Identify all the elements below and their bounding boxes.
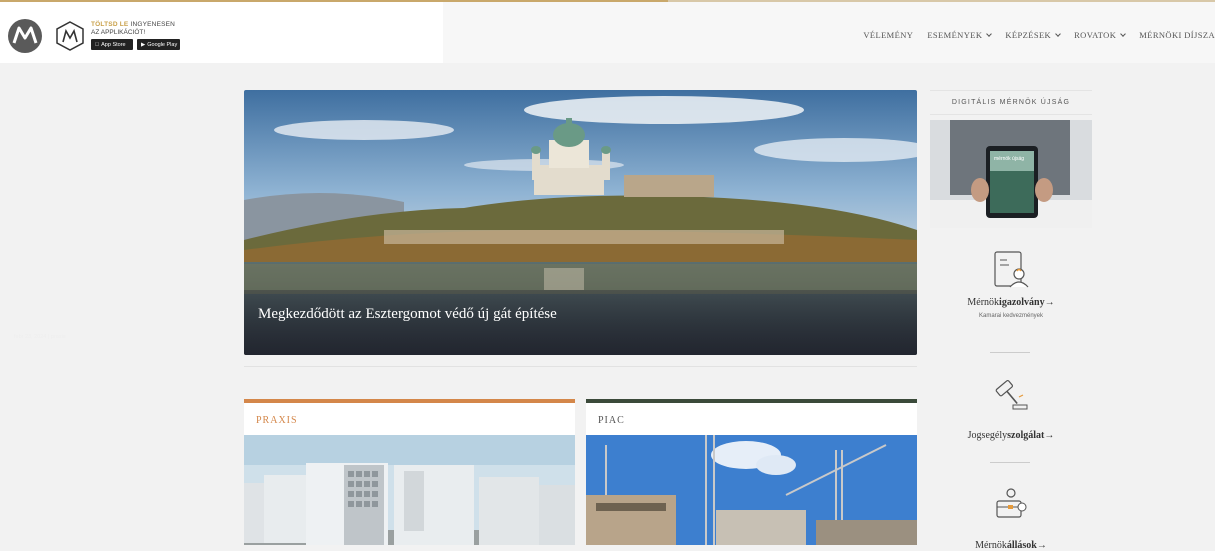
promo-highlight: TÖLTSD LE bbox=[91, 21, 129, 28]
sidebar-link-bold: igazolvány bbox=[999, 297, 1045, 308]
sidebar-item-mernokigazolvany[interactable]: Mérnökigazolvány→ Kamarai kedvezmények bbox=[930, 250, 1092, 319]
sidebar-link-mernokigazolvany[interactable]: Mérnökigazolvány→ bbox=[930, 297, 1092, 308]
sidebar-item-mernokallasok[interactable]: Mérnökállások→ bbox=[930, 485, 1092, 551]
sidebar-link-light: Jogsegély bbox=[967, 430, 1008, 441]
site-logo-icon[interactable] bbox=[7, 18, 43, 54]
toolbox-icon bbox=[996, 488, 1027, 518]
nav-label: ESEMÉNYEK bbox=[927, 30, 983, 40]
section-divider bbox=[244, 366, 917, 367]
card-image-containers bbox=[244, 435, 575, 545]
promo-line1: TÖLTSD LE INGYENESEN bbox=[91, 21, 180, 29]
nav-label: KÉPZÉSEK bbox=[1005, 30, 1052, 40]
promo-line1-rest: INGYENESEN bbox=[128, 21, 176, 28]
sidebar-sub-text: Kamarai kedvezmények bbox=[978, 313, 1044, 319]
nav-label: VÉLEMÉNY bbox=[863, 30, 914, 40]
app-store-button[interactable]: App Store bbox=[91, 39, 133, 50]
nav-item-esemenyek[interactable]: ESEMÉNYEK bbox=[927, 30, 993, 40]
sidebar-divider bbox=[990, 352, 1030, 353]
sidebar-item-jogsegelyszolgalat[interactable]: Jogsegélyszolgálat→ bbox=[930, 375, 1092, 441]
digital-magazine-image[interactable]: mérnök újság bbox=[930, 120, 1092, 228]
play-icon: ▶ bbox=[141, 41, 146, 48]
card-category-label[interactable]: PRAXIS bbox=[244, 403, 575, 438]
sidebar-link-jogsegelyszolgalat[interactable]: Jogsegélyszolgálat→ bbox=[930, 430, 1092, 441]
google-play-label: Google Play bbox=[147, 41, 178, 48]
nav-label: MÉRNÖKI DÍJSZA bbox=[1139, 30, 1215, 40]
nav-item-kepzesek[interactable]: KÉPZÉSEK bbox=[1005, 30, 1061, 40]
id-card-icon bbox=[994, 251, 1029, 288]
site-header: TÖLTSD LE INGYENESEN AZ APPLIKÁCIÓT! Ap… bbox=[0, 2, 1215, 63]
gavel-icon bbox=[995, 379, 1028, 410]
sidebar: DIGITÁLIS MÉRNÖK ÚJSÁG mérnök újság Mérn… bbox=[930, 90, 1092, 551]
sidebar-link-light: Mérnök bbox=[975, 540, 1007, 551]
header-brand-area: TÖLTSD LE INGYENESEN AZ APPLIKÁCIÓT! Ap… bbox=[0, 2, 443, 63]
app-logo-icon[interactable] bbox=[54, 20, 86, 52]
chevron-down-icon bbox=[986, 30, 993, 37]
chevron-down-icon bbox=[1120, 30, 1127, 37]
sidebar-title: DIGITÁLIS MÉRNÖK ÚJSÁG bbox=[930, 90, 1092, 115]
hero-meta: febr 23, 2024 | praxis bbox=[14, 334, 66, 340]
hero-title-link[interactable]: Megkezdődött az Esztergomot védő új gát … bbox=[258, 306, 557, 323]
arrow-right-icon: → bbox=[1044, 430, 1055, 441]
nav-label: ROVATOK bbox=[1074, 30, 1117, 40]
apple-icon:  bbox=[95, 42, 99, 48]
sidebar-link-bold: állások bbox=[1006, 540, 1037, 551]
category-card-piac[interactable]: PIAC bbox=[586, 399, 917, 545]
sidebar-link-mernokallasok[interactable]: Mérnökállások→ bbox=[930, 540, 1092, 551]
app-store-label: App Store bbox=[97, 41, 125, 48]
hero-article[interactable]: Megkezdődött az Esztergomot védő új gát … bbox=[244, 90, 917, 355]
tablet-text: mérnök újság bbox=[994, 156, 1024, 162]
category-card-praxis[interactable]: PRAXIS bbox=[244, 399, 575, 545]
header-nav-area: VÉLEMÉNY ESEMÉNYEK KÉPZÉSEK ROVATOK MÉRN… bbox=[443, 2, 1215, 63]
sidebar-divider bbox=[990, 462, 1030, 463]
nav-item-rovatok[interactable]: ROVATOK bbox=[1074, 30, 1127, 40]
nav-item-velemeny[interactable]: VÉLEMÉNY bbox=[863, 30, 913, 40]
sidebar-link-bold: szolgálat bbox=[1007, 430, 1045, 441]
main-nav: VÉLEMÉNY ESEMÉNYEK KÉPZÉSEK ROVATOK MÉRN… bbox=[863, 30, 1215, 40]
arrow-right-icon: → bbox=[1036, 540, 1047, 551]
card-image-cranes bbox=[586, 435, 917, 545]
nav-item-mernoki-dijszabas[interactable]: MÉRNÖKI DÍJSZA bbox=[1139, 30, 1215, 40]
arrow-right-icon: → bbox=[1044, 297, 1055, 308]
app-download-promo: TÖLTSD LE INGYENESEN AZ APPLIKÁCIÓT! Ap… bbox=[91, 21, 180, 50]
card-category-label[interactable]: PIAC bbox=[586, 403, 917, 438]
google-play-button[interactable]: ▶ Google Play bbox=[137, 39, 180, 50]
sidebar-link-light: Mérnök bbox=[967, 297, 1000, 308]
promo-line2: AZ APPLIKÁCIÓT! bbox=[91, 29, 146, 36]
chevron-down-icon bbox=[1055, 30, 1061, 37]
